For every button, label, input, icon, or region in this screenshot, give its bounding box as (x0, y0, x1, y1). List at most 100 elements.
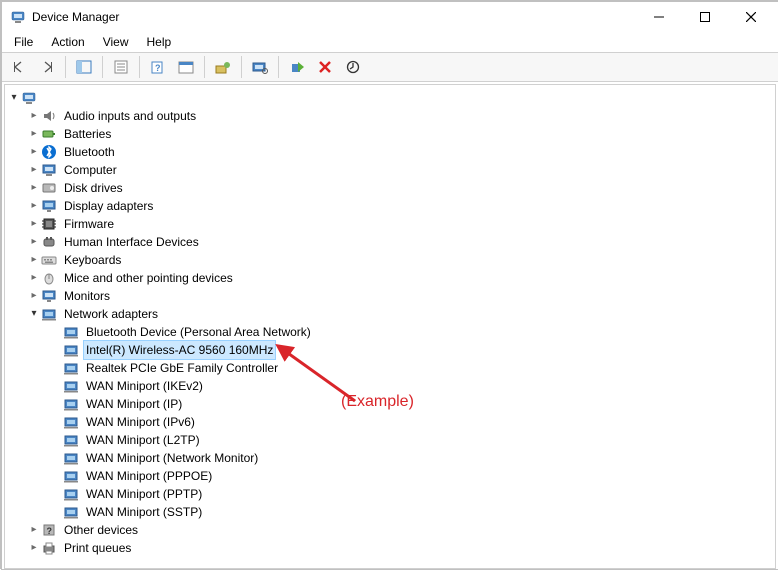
device-node[interactable]: WAN Miniport (L2TP) (5, 431, 775, 449)
expand-icon[interactable]: ▸ (27, 163, 41, 177)
device-tree-panel: ▾ ▸ Audio inputs and outputs▸ Batteries▸… (4, 84, 776, 569)
uninstall-device-button[interactable] (312, 55, 338, 79)
root-node[interactable]: ▾ (5, 89, 775, 107)
disk-icon (41, 180, 57, 196)
device-node[interactable]: WAN Miniport (IPv6) (5, 413, 775, 431)
spacer (49, 415, 63, 429)
scan-hardware-button[interactable] (247, 55, 273, 79)
close-button[interactable] (728, 2, 774, 32)
device-node[interactable]: WAN Miniport (PPPOE) (5, 467, 775, 485)
expand-icon[interactable]: ▸ (27, 127, 41, 141)
category-label: Disk drives (61, 178, 126, 198)
device-label: WAN Miniport (PPTP) (83, 484, 205, 504)
show-hide-console-tree-button[interactable] (71, 55, 97, 79)
expand-icon[interactable]: ▸ (27, 523, 41, 537)
help-button[interactable]: ? (145, 55, 171, 79)
category-node[interactable]: ▸ Display adapters (5, 197, 775, 215)
network-icon (63, 504, 79, 520)
collapse-icon[interactable]: ▾ (27, 307, 41, 321)
category-label: Other devices (61, 520, 141, 540)
computer-icon (41, 162, 57, 178)
audio-icon (41, 108, 57, 124)
menu-action[interactable]: Action (43, 33, 92, 51)
category-node[interactable]: ▸ Keyboards (5, 251, 775, 269)
category-label: Computer (61, 160, 120, 180)
category-node[interactable]: ▸ Mice and other pointing devices (5, 269, 775, 287)
menu-view[interactable]: View (95, 33, 137, 51)
mouse-icon (41, 270, 57, 286)
network-icon (41, 306, 57, 322)
spacer (49, 397, 63, 411)
back-button[interactable] (6, 55, 32, 79)
device-node[interactable]: WAN Miniport (Network Monitor) (5, 449, 775, 467)
category-node[interactable]: ▸ Computer (5, 161, 775, 179)
maximize-button[interactable] (682, 2, 728, 32)
category-node[interactable]: ▸ Print queues (5, 539, 775, 557)
network-icon (63, 360, 79, 376)
disable-device-button[interactable] (340, 55, 366, 79)
device-label: Realtek PCIe GbE Family Controller (83, 358, 281, 378)
category-label: Firmware (61, 214, 117, 234)
properties-button[interactable] (108, 55, 134, 79)
spacer (49, 325, 63, 339)
menu-help[interactable]: Help (139, 33, 180, 51)
expand-icon[interactable]: ▸ (27, 199, 41, 213)
device-label: WAN Miniport (L2TP) (83, 430, 203, 450)
forward-button[interactable] (34, 55, 60, 79)
network-icon (63, 450, 79, 466)
device-label: Bluetooth Device (Personal Area Network) (83, 322, 314, 342)
hid-icon (41, 234, 57, 250)
category-node[interactable]: ▸ Audio inputs and outputs (5, 107, 775, 125)
category-label: Bluetooth (61, 142, 118, 162)
minimize-button[interactable] (636, 2, 682, 32)
device-node[interactable]: WAN Miniport (IKEv2) (5, 377, 775, 395)
device-node[interactable]: Realtek PCIe GbE Family Controller (5, 359, 775, 377)
bluetooth-icon (41, 144, 57, 160)
expand-icon[interactable]: ▸ (27, 541, 41, 555)
spacer (49, 487, 63, 501)
window-title: Device Manager (32, 10, 119, 24)
action-list-button[interactable] (173, 55, 199, 79)
category-node[interactable]: ▸ Batteries (5, 125, 775, 143)
update-driver-button[interactable] (210, 55, 236, 79)
network-icon (63, 324, 79, 340)
expand-icon[interactable]: ▸ (27, 109, 41, 123)
menubar: File Action View Help (2, 32, 778, 52)
keyboard-icon (41, 252, 57, 268)
category-label: Audio inputs and outputs (61, 106, 199, 126)
menu-file[interactable]: File (6, 33, 41, 51)
device-node[interactable]: WAN Miniport (SSTP) (5, 503, 775, 521)
expand-icon[interactable]: ▸ (27, 181, 41, 195)
category-node[interactable]: ▸ Firmware (5, 215, 775, 233)
monitor-icon (41, 288, 57, 304)
device-node[interactable]: Intel(R) Wireless-AC 9560 160MHz (5, 341, 775, 359)
device-node[interactable]: WAN Miniport (IP) (5, 395, 775, 413)
expand-icon[interactable]: ▸ (27, 253, 41, 267)
category-node[interactable]: ▸ Monitors (5, 287, 775, 305)
category-node[interactable]: ▸ ? Other devices (5, 521, 775, 539)
spacer (49, 361, 63, 375)
network-icon (63, 432, 79, 448)
device-tree[interactable]: ▾ ▸ Audio inputs and outputs▸ Batteries▸… (5, 85, 775, 569)
device-label: WAN Miniport (SSTP) (83, 502, 205, 522)
device-node[interactable]: WAN Miniport (PPTP) (5, 485, 775, 503)
expand-icon[interactable]: ▸ (27, 145, 41, 159)
network-icon (63, 378, 79, 394)
expand-icon[interactable]: ▸ (27, 289, 41, 303)
device-node[interactable]: Bluetooth Device (Personal Area Network) (5, 323, 775, 341)
spacer (49, 451, 63, 465)
enable-device-button[interactable] (284, 55, 310, 79)
display-icon (41, 198, 57, 214)
expand-icon[interactable]: ▸ (27, 235, 41, 249)
category-node[interactable]: ▸ Human Interface Devices (5, 233, 775, 251)
category-node[interactable]: ▸ Bluetooth (5, 143, 775, 161)
battery-icon (41, 126, 57, 142)
expand-icon[interactable]: ▸ (27, 217, 41, 231)
category-node[interactable]: ▾ Network adapters (5, 305, 775, 323)
category-node[interactable]: ▸ Disk drives (5, 179, 775, 197)
category-label: Network adapters (61, 304, 161, 324)
spacer (49, 433, 63, 447)
category-label: Mice and other pointing devices (61, 268, 236, 288)
expand-icon[interactable]: ▾ (7, 91, 21, 105)
expand-icon[interactable]: ▸ (27, 271, 41, 285)
